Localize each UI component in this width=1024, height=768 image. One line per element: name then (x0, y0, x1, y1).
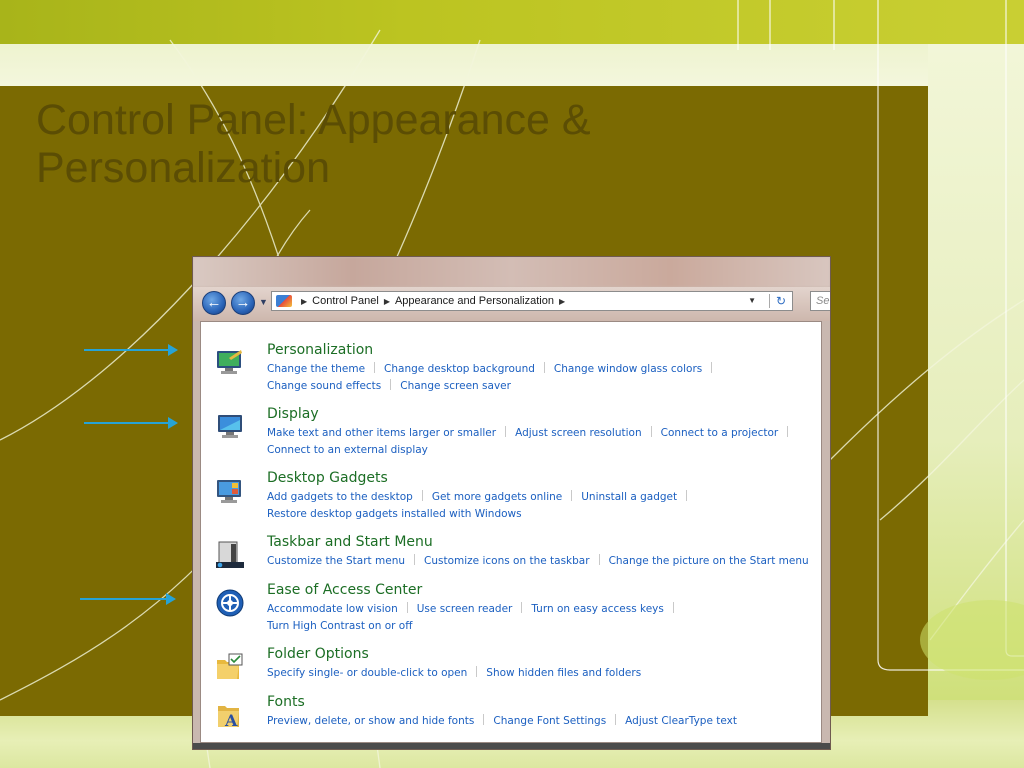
breadcrumb-arrow-icon[interactable]: ▶ (559, 297, 565, 306)
link-row: Specify single- or double-click to open S… (267, 665, 827, 682)
link-easy-access-keys[interactable]: Turn on easy access keys (531, 603, 664, 615)
link-row: Add gadgets to the desktop Get more gadge… (267, 489, 827, 506)
desktop-gadgets-icon (217, 480, 241, 503)
link-make-text-larger[interactable]: Make text and other items larger or smal… (267, 427, 496, 439)
address-dropdown-icon[interactable]: ▼ (748, 296, 756, 305)
link-show-hidden-files[interactable]: Show hidden files and folders (486, 667, 641, 679)
link-accommodate-low-vision[interactable]: Accommodate low vision (267, 603, 398, 615)
fonts-title[interactable]: Fonts (267, 694, 305, 710)
link-change-font-settings[interactable]: Change Font Settings (493, 715, 606, 727)
forward-button[interactable]: → (231, 291, 255, 315)
desktop-gadgets-title[interactable]: Desktop Gadgets (267, 470, 388, 486)
taskbar-icon (216, 541, 244, 568)
light-band (0, 44, 1024, 86)
link-restore-gadgets[interactable]: Restore desktop gadgets installed with W… (267, 508, 522, 520)
slide-title: Control Panel: Appearance & Personalizat… (36, 96, 591, 192)
breadcrumb-control-panel[interactable]: Control Panel (312, 295, 379, 307)
fonts-icon: A (218, 706, 239, 730)
folder-options-title[interactable]: Folder Options (267, 646, 369, 662)
link-uninstall-gadget[interactable]: Uninstall a gadget (581, 491, 677, 503)
link-adjust-cleartype[interactable]: Adjust ClearType text (625, 715, 737, 727)
refresh-icon[interactable]: ↻ (768, 294, 786, 308)
display-icon (218, 415, 242, 438)
arrow-ease-of-access (80, 593, 176, 605)
link-row: Turn High Contrast on or off (267, 618, 827, 635)
svg-text:A: A (224, 711, 238, 730)
folder-options-icon (217, 653, 243, 679)
taskbar-links: Customize the Start menu Customize icons … (267, 553, 827, 570)
link-preview-fonts[interactable]: Preview, delete, or show and hide fonts (267, 715, 474, 727)
link-row: Preview, delete, or show and hide fonts C… (267, 713, 827, 730)
arrow-personalization (84, 344, 178, 356)
recent-pages-dropdown-icon[interactable]: ▼ (259, 297, 268, 307)
link-change-theme[interactable]: Change the theme (267, 363, 365, 375)
personalization-links: Change the theme Change desktop backgroun… (267, 361, 827, 395)
link-connect-projector[interactable]: Connect to a projector (661, 427, 779, 439)
ease-of-access-icon (216, 589, 244, 617)
breadcrumb-appearance[interactable]: Appearance and Personalization (395, 295, 554, 307)
link-row: Change the theme Change desktop backgroun… (267, 361, 827, 378)
link-use-screen-reader[interactable]: Use screen reader (417, 603, 513, 615)
link-row: Customize the Start menu Customize icons … (267, 553, 827, 570)
link-change-start-menu-picture[interactable]: Change the picture on the Start menu (609, 555, 809, 567)
link-connect-external-display[interactable]: Connect to an external display (267, 444, 428, 456)
back-button[interactable]: ← (202, 291, 226, 315)
window-bottom-edge (193, 743, 830, 749)
category-content-pane: Personalization Change the theme Change d… (200, 321, 822, 743)
link-change-desktop-background[interactable]: Change desktop background (384, 363, 535, 375)
personalization-title[interactable]: Personalization (267, 342, 373, 358)
link-change-screen-saver[interactable]: Change screen saver (400, 380, 511, 392)
address-field[interactable]: ▶ Control Panel ▶ Appearance and Persona… (271, 291, 793, 311)
link-change-window-glass-colors[interactable]: Change window glass colors (554, 363, 702, 375)
window-title-area (193, 257, 830, 287)
link-row: Make text and other items larger or smal… (267, 425, 827, 442)
link-row: Change sound effects Change screen saver (267, 378, 827, 395)
link-customize-start-menu[interactable]: Customize the Start menu (267, 555, 405, 567)
breadcrumb-arrow-icon[interactable]: ▶ (301, 297, 307, 306)
fonts-links: Preview, delete, or show and hide fonts C… (267, 713, 827, 730)
control-panel-icon (276, 295, 292, 307)
folder-options-links: Specify single- or double-click to open S… (267, 665, 827, 682)
taskbar-title[interactable]: Taskbar and Start Menu (267, 534, 433, 550)
search-input[interactable]: Se (810, 291, 830, 311)
ease-of-access-links: Accommodate low vision Use screen reader T… (267, 601, 827, 635)
link-customize-taskbar-icons[interactable]: Customize icons on the taskbar (424, 555, 590, 567)
link-row: Restore desktop gadgets installed with W… (267, 506, 827, 523)
top-color-band (0, 0, 1024, 44)
link-change-sound-effects[interactable]: Change sound effects (267, 380, 381, 392)
link-single-double-click[interactable]: Specify single- or double-click to open (267, 667, 467, 679)
link-add-gadgets[interactable]: Add gadgets to the desktop (267, 491, 413, 503)
desktop-gadgets-links: Add gadgets to the desktop Get more gadge… (267, 489, 827, 523)
personalization-icon (217, 350, 242, 374)
link-row: Connect to an external display (267, 442, 827, 459)
ease-of-access-title[interactable]: Ease of Access Center (267, 582, 422, 598)
link-high-contrast[interactable]: Turn High Contrast on or off (267, 620, 412, 632)
link-get-more-gadgets[interactable]: Get more gadgets online (432, 491, 562, 503)
link-adjust-screen-resolution[interactable]: Adjust screen resolution (515, 427, 642, 439)
breadcrumb-arrow-icon[interactable]: ▶ (384, 297, 390, 306)
arrow-display (84, 417, 178, 429)
display-title[interactable]: Display (267, 406, 319, 422)
control-panel-window: ← → ▼ ▶ Control Panel ▶ Appearance and P… (193, 257, 830, 749)
link-row: Accommodate low vision Use screen reader T… (267, 601, 827, 618)
right-side-panel (928, 44, 1024, 700)
display-links: Make text and other items larger or smal… (267, 425, 827, 459)
